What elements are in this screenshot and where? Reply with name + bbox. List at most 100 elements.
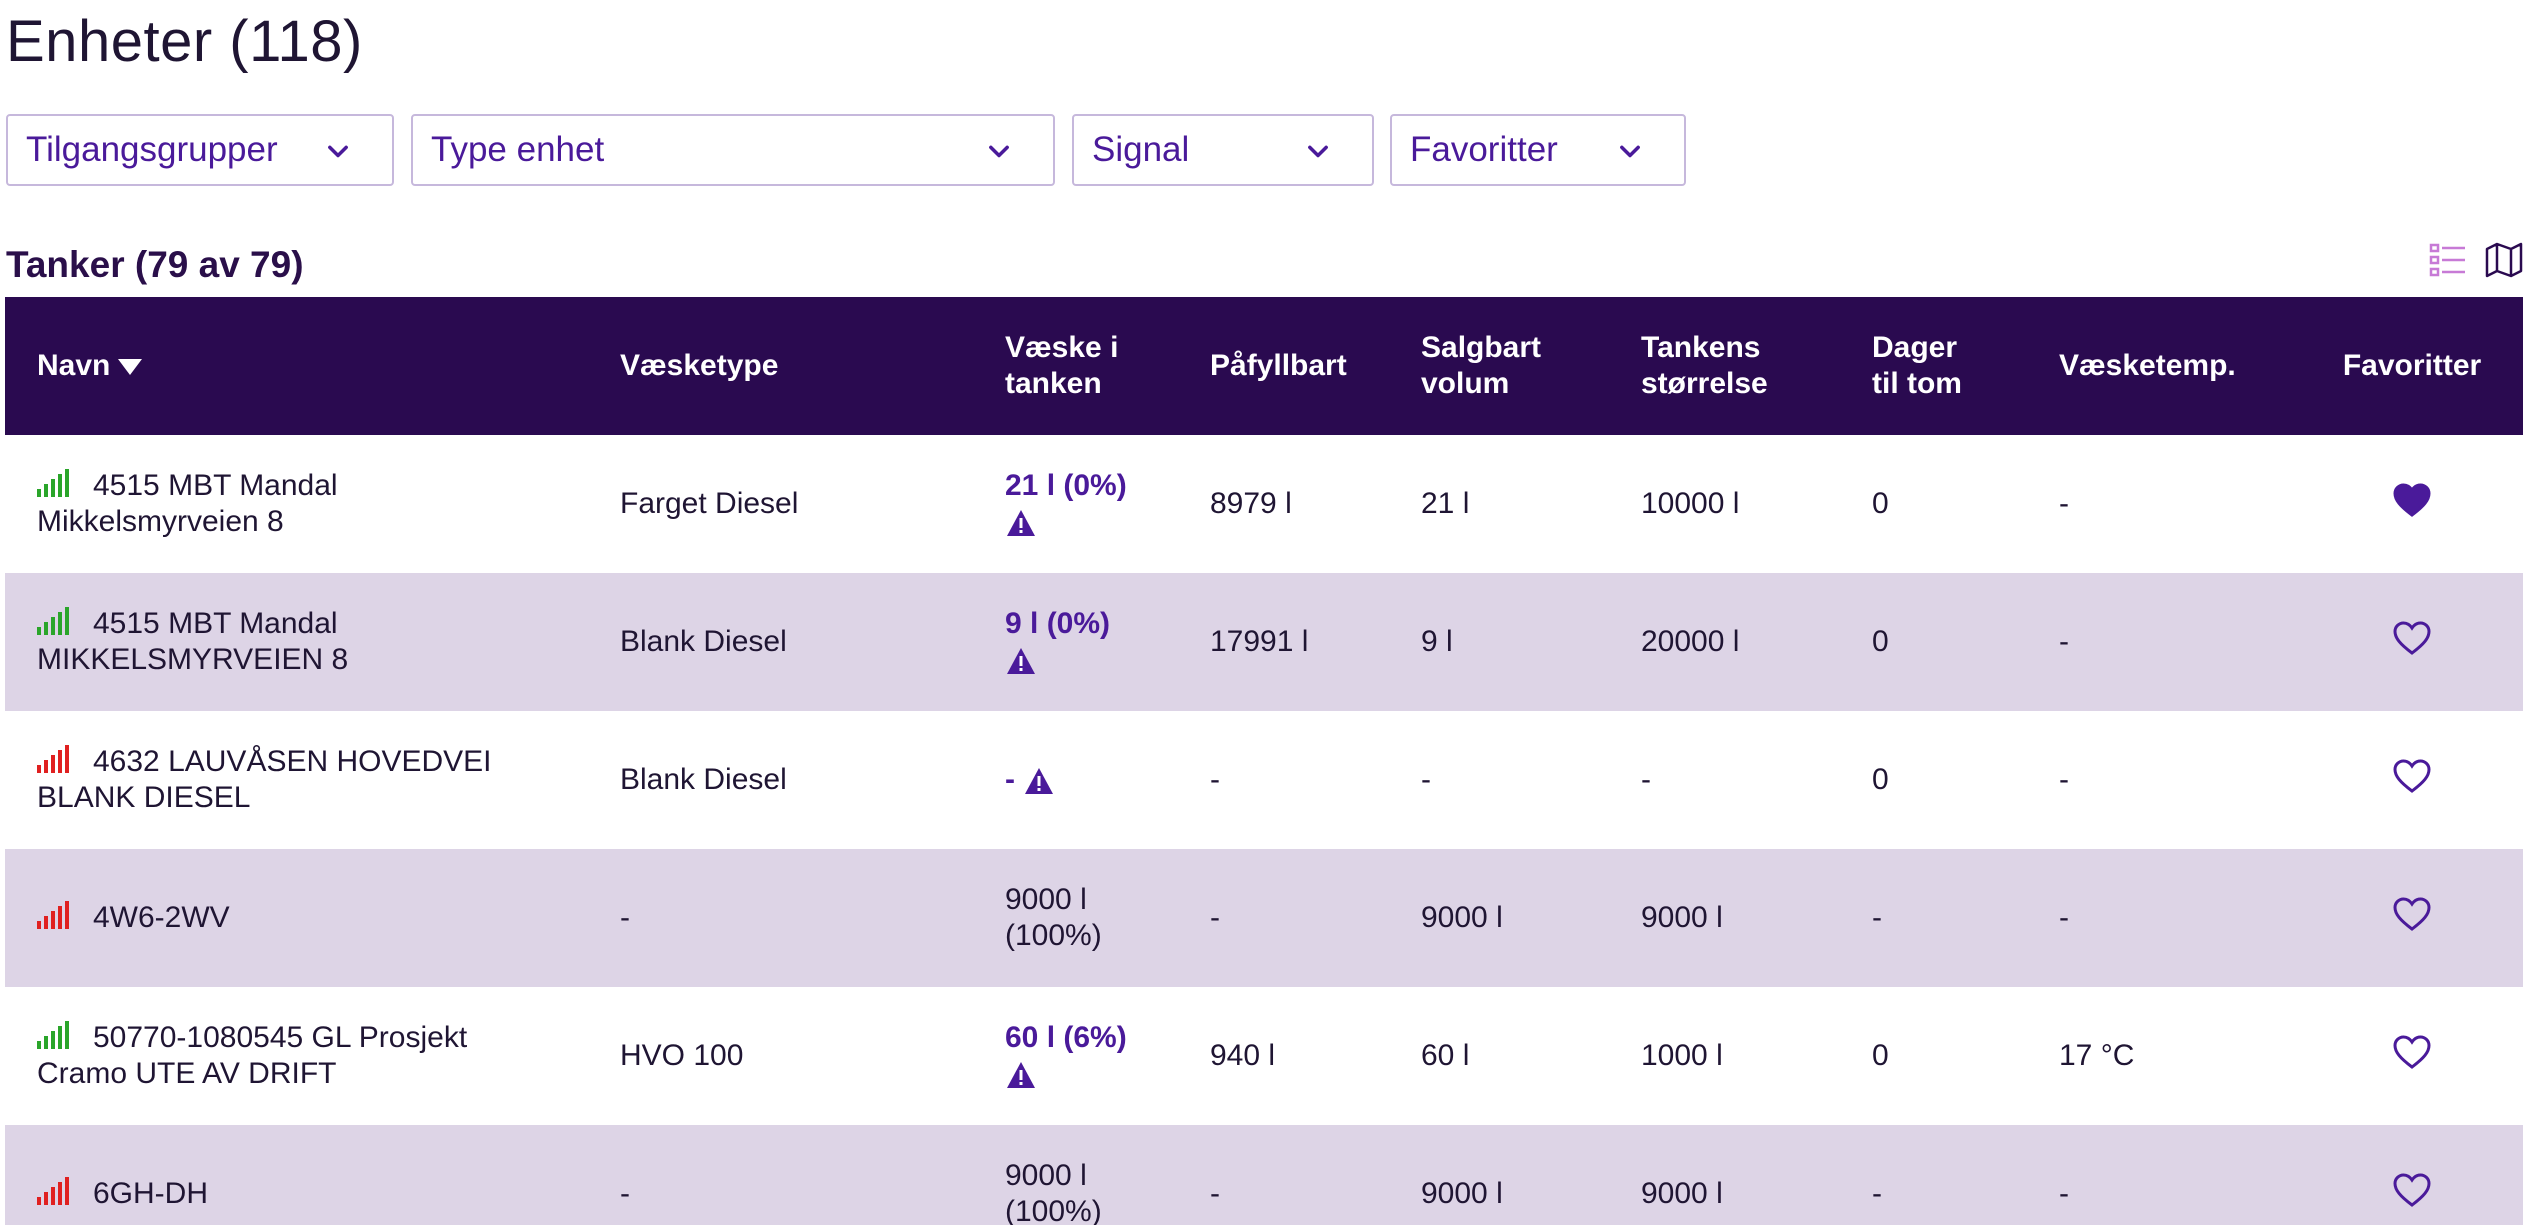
cell-favorite[interactable] xyxy=(2311,711,2523,849)
heart-outline-icon[interactable] xyxy=(2392,620,2432,656)
fluid-level: 60 l (6%) xyxy=(1005,1021,1127,1054)
table-row[interactable]: 6GH-DH -9000 l (100%) -9000 l 9000 l-- xyxy=(5,1125,2523,1225)
column-header-tank-size[interactable]: Tankens størrelse xyxy=(1641,297,1872,435)
warning-icon xyxy=(1007,1062,1035,1089)
column-header-sellable-volume[interactable]: Salgbart volum xyxy=(1421,297,1641,435)
cell-favorite[interactable] xyxy=(2311,435,2523,573)
tank-name-line2: Cramo UTE AV DRIFT xyxy=(37,1057,337,1090)
cell-fluid-in-tank: 9000 l (100%) xyxy=(1005,849,1210,987)
tank-name-line2: BLANK DIESEL xyxy=(37,781,251,814)
tank-name-line1: 4515 MBT Mandal xyxy=(93,469,338,502)
cell-fluid-in-tank: 9000 l (100%) xyxy=(1005,1125,1210,1225)
map-icon[interactable] xyxy=(2484,240,2524,280)
column-header-fluid-temp[interactable]: Væsketemp. xyxy=(2059,297,2311,435)
cell-tank-size: 1000 l xyxy=(1641,1039,1723,1072)
cell-tank-size: - xyxy=(1641,763,1651,796)
tank-name-line1: 6GH-DH xyxy=(93,1177,209,1210)
cell-favorite[interactable] xyxy=(2311,1125,2523,1225)
fluid-level-percent: (100%) xyxy=(1005,919,1102,952)
cell-favorite[interactable] xyxy=(2311,849,2523,987)
filter-label: Type enhet xyxy=(431,130,605,169)
filter-label: Signal xyxy=(1092,130,1190,169)
column-header-refillable[interactable]: Påfyllbart xyxy=(1210,297,1421,435)
cell-refillable: 17991 l xyxy=(1210,625,1309,658)
cell-fluid-in-tank: 9 l (0%) xyxy=(1005,573,1210,711)
cell-name[interactable]: 4515 MBT Mandal Mikkelsmyrveien 8 xyxy=(5,435,620,573)
cell-tank-size: 10000 l xyxy=(1641,487,1740,520)
cell-days-to-empty: - xyxy=(1872,901,1882,934)
cell-name[interactable]: 6GH-DH xyxy=(5,1125,620,1225)
heart-filled-icon[interactable] xyxy=(2392,482,2432,518)
column-header-fluid-type[interactable]: Væsketype xyxy=(620,297,1005,435)
cell-name[interactable]: 4W6-2WV xyxy=(5,849,620,987)
view-toggles xyxy=(2428,236,2538,286)
chevron-down-icon xyxy=(989,145,1009,158)
table-row[interactable]: 50770-1080545 GL Prosjekt Cramo UTE AV DR… xyxy=(5,987,2523,1125)
cell-refillable: - xyxy=(1210,1177,1220,1210)
sort-desc-icon xyxy=(118,359,143,376)
page-title: Enheter (118) xyxy=(6,9,363,74)
cell-favorite[interactable] xyxy=(2311,987,2523,1125)
heart-outline-icon[interactable] xyxy=(2392,1172,2432,1208)
filter-label: Favoritter xyxy=(1410,130,1558,169)
heart-outline-icon[interactable] xyxy=(2392,758,2432,794)
cell-days-to-empty: - xyxy=(1872,1177,1882,1210)
cell-refillable: - xyxy=(1210,901,1220,934)
tank-name-line2: MIKKELSMYRVEIEN 8 xyxy=(37,643,349,676)
fluid-level: 9000 l xyxy=(1005,1159,1087,1192)
cell-name[interactable]: 4515 MBT Mandal MIKKELSMYRVEIEN 8 xyxy=(5,573,620,711)
table-row[interactable]: 4W6-2WV -9000 l (100%) -9000 l 9000 l-- xyxy=(5,849,2523,987)
fluid-level: - xyxy=(1005,763,1015,796)
heart-outline-icon[interactable] xyxy=(2392,896,2432,932)
cell-fluid-temp: - xyxy=(2059,487,2069,520)
cell-fluid-temp: - xyxy=(2059,901,2069,934)
tank-name-line2: Mikkelsmyrveien 8 xyxy=(37,505,284,538)
tanks-table: Navn Væsketype Væske i tanken Påfyllbart … xyxy=(5,297,2523,1225)
warning-icon xyxy=(1007,510,1035,537)
cell-days-to-empty: 0 xyxy=(1872,763,1889,796)
column-header-fluid-in-tank[interactable]: Væske i tanken xyxy=(1005,297,1210,435)
cell-fluid-temp: - xyxy=(2059,1177,2069,1210)
cell-fluid-in-tank: - xyxy=(1005,711,1210,849)
cell-tank-size: 9000 l xyxy=(1641,901,1723,934)
cell-sellable-volume: 9000 l xyxy=(1421,1177,1503,1210)
filter-unit-type[interactable]: Type enhet xyxy=(411,114,1055,186)
table-row[interactable]: 4515 MBT Mandal Mikkelsmyrveien 8 Farget D… xyxy=(5,435,2523,573)
cell-sellable-volume: - xyxy=(1421,763,1431,796)
cell-fluid-in-tank: 60 l (6%) xyxy=(1005,987,1210,1125)
table-row[interactable]: 4632 LAUVÅSEN HOVEDVEI BLANK DIESEL Blank … xyxy=(5,711,2523,849)
column-header-name[interactable]: Navn xyxy=(5,297,620,435)
cell-fluid-in-tank: 21 l (0%) xyxy=(1005,435,1210,573)
filter-label: Tilgangsgrupper xyxy=(26,130,278,169)
cell-refillable: 940 l xyxy=(1210,1039,1276,1072)
cell-fluid-temp: 17 °C xyxy=(2059,1039,2135,1072)
chevron-down-icon xyxy=(1308,145,1328,158)
cell-refillable: 8979 l xyxy=(1210,487,1292,520)
cell-name[interactable]: 50770-1080545 GL Prosjekt Cramo UTE AV DR… xyxy=(5,987,620,1125)
cell-sellable-volume: 9 l xyxy=(1421,625,1453,658)
filter-signal[interactable]: Signal xyxy=(1072,114,1374,186)
tank-name-line1: 50770-1080545 GL Prosjekt xyxy=(93,1021,468,1054)
cell-name[interactable]: 4632 LAUVÅSEN HOVEDVEI BLANK DIESEL xyxy=(5,711,620,849)
cell-sellable-volume: 9000 l xyxy=(1421,901,1503,934)
list-icon[interactable] xyxy=(2428,240,2468,280)
cell-fluid-type: Farget Diesel xyxy=(620,487,799,520)
filter-access-groups[interactable]: Tilgangsgrupper xyxy=(6,114,394,186)
signal-good-icon xyxy=(37,469,69,497)
cell-fluid-type: Blank Diesel xyxy=(620,763,787,796)
cell-sellable-volume: 21 l xyxy=(1421,487,1470,520)
cell-tank-size: 9000 l xyxy=(1641,1177,1723,1210)
heart-outline-icon[interactable] xyxy=(2392,1034,2432,1070)
column-header-favorites[interactable]: Favoritter xyxy=(2311,297,2523,435)
fluid-level: 9000 l xyxy=(1005,883,1087,916)
cell-days-to-empty: 0 xyxy=(1872,1039,1889,1072)
cell-fluid-type: - xyxy=(620,1177,630,1210)
cell-tank-size: 20000 l xyxy=(1641,625,1740,658)
warning-icon xyxy=(1025,768,1054,795)
cell-favorite[interactable] xyxy=(2311,573,2523,711)
fluid-level-percent: (100%) xyxy=(1005,1195,1102,1225)
cell-fluid-temp: - xyxy=(2059,763,2069,796)
filter-favorites[interactable]: Favoritter xyxy=(1390,114,1686,186)
table-row[interactable]: 4515 MBT Mandal MIKKELSMYRVEIEN 8 Blank Di… xyxy=(5,573,2523,711)
column-header-days-to-empty[interactable]: Dager til tom xyxy=(1872,297,2059,435)
